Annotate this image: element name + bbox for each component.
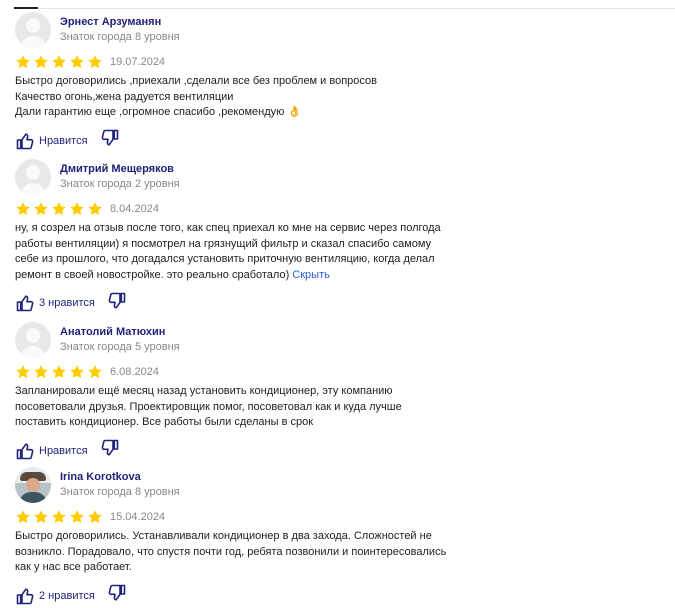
review-text: Быстро договорились. Устанавливали конди… — [15, 529, 485, 576]
star-rating — [15, 364, 105, 380]
review-date: 6.08.2024 — [110, 366, 159, 378]
star-icon — [69, 54, 85, 70]
star-icon — [33, 201, 49, 217]
star-icon — [69, 201, 85, 217]
review-text-line: ремонт в своей новостройке. это реально … — [15, 268, 330, 281]
author-level: Знаток города 8 уровня — [60, 31, 180, 43]
like-count-label: 3 нравится — [39, 297, 95, 309]
star-rating — [15, 509, 105, 525]
star-icon — [87, 201, 103, 217]
review-text: Запланировали ещё месяц назад установить… — [15, 384, 485, 431]
star-icon — [33, 54, 49, 70]
thumbs-up-icon — [15, 131, 35, 151]
review-date: 8.04.2024 — [110, 203, 159, 215]
star-icon — [87, 509, 103, 525]
like-count-label: Нравится — [39, 134, 88, 147]
star-icon — [15, 201, 31, 217]
author-name[interactable]: Анатолий Матюхин — [60, 325, 180, 339]
thumbs-up-icon — [15, 441, 35, 461]
author-name[interactable]: Дмитрий Мещеряков — [60, 162, 180, 176]
star-icon — [51, 509, 67, 525]
review-card: Дмитрий Мещеряков Знаток города 2 уровня 8… — [15, 159, 655, 313]
thumbs-down-icon — [107, 584, 127, 607]
review-card: Анатолий Матюхин Знаток города 5 уровня 6.… — [15, 322, 655, 461]
review-card: Эрнест Арзуманян Знаток города 8 уровня 19… — [15, 12, 655, 151]
star-icon — [15, 509, 31, 525]
review-text-line: возникло. Порадовало, что спустя почти г… — [15, 545, 447, 558]
avatar[interactable] — [15, 159, 51, 195]
star-icon — [87, 364, 103, 380]
review-text-line: работы вентиляции) я посмотрел на грязну… — [15, 237, 432, 250]
top-divider — [14, 7, 675, 9]
review-text-line: как у нас все работает. — [15, 561, 132, 573]
star-icon — [87, 54, 103, 70]
review-card: Irina Korotkova Знаток города 8 уровня 15.… — [15, 467, 655, 606]
star-icon — [15, 54, 31, 70]
avatar[interactable] — [15, 467, 51, 503]
review-header: Дмитрий Мещеряков Знаток города 2 уровня — [15, 159, 655, 195]
review-text-line: ну, я созрел на отзыв после того, как сп… — [15, 222, 441, 234]
review-header: Irina Korotkova Знаток города 8 уровня — [15, 467, 655, 503]
review-rating: 15.04.2024 — [15, 509, 655, 525]
review-rating: 19.07.2024 — [15, 54, 655, 70]
active-tab-indicator — [14, 7, 38, 9]
dislike-button[interactable] — [107, 291, 127, 316]
like-button[interactable]: 3 нравится — [15, 293, 95, 313]
review-text: Быстро договорились ,приехали ,сделали в… — [15, 74, 485, 121]
dislike-button[interactable] — [100, 128, 120, 153]
like-button[interactable]: 2 нравится — [15, 586, 95, 606]
like-button[interactable]: Нравится — [15, 441, 88, 461]
star-icon — [51, 201, 67, 217]
like-button[interactable]: Нравится — [15, 131, 88, 151]
author-name[interactable]: Эрнест Арзуманян — [60, 15, 180, 29]
review-text-line: посоветовали друзья. Проектировщик помог… — [15, 400, 402, 413]
dislike-button[interactable] — [100, 438, 120, 463]
thumbs-up-icon — [15, 586, 35, 606]
author-name[interactable]: Irina Korotkova — [60, 470, 180, 484]
star-icon — [33, 509, 49, 525]
star-icon — [51, 364, 67, 380]
review-rating: 6.08.2024 — [15, 364, 655, 380]
review-actions: Нравится — [15, 128, 655, 153]
review-text-line: Дали гарантию еще ,огромное спасибо ,рек… — [15, 106, 302, 118]
review-header: Эрнест Арзуманян Знаток города 8 уровня — [15, 12, 655, 48]
dislike-button[interactable] — [107, 583, 127, 608]
review-text-line: поставить кондиционер. Все работы были с… — [15, 416, 314, 428]
thumbs-down-icon — [100, 439, 120, 462]
review-actions: 3 нравится — [15, 291, 655, 316]
star-icon — [15, 364, 31, 380]
review-date: 15.04.2024 — [110, 511, 166, 523]
like-count-label: Нравится — [39, 444, 88, 457]
review-text-line: Качество огонь,жена радуется вентиляции — [15, 90, 234, 103]
author-level: Знаток города 8 уровня — [60, 486, 180, 498]
star-rating — [15, 54, 105, 70]
star-icon — [69, 364, 85, 380]
review-rating: 8.04.2024 — [15, 201, 655, 217]
avatar[interactable] — [15, 322, 51, 358]
review-actions: Нравится — [15, 438, 655, 463]
review-header: Анатолий Матюхин Знаток города 5 уровня — [15, 322, 655, 358]
author-level: Знаток города 2 уровня — [60, 178, 180, 190]
author-level: Знаток города 5 уровня — [60, 341, 180, 353]
star-icon — [33, 364, 49, 380]
star-icon — [51, 54, 67, 70]
thumbs-down-icon — [100, 129, 120, 152]
review-text: ну, я созрел на отзыв после того, как сп… — [15, 221, 485, 283]
review-text-line: Быстро договорились. Устанавливали конди… — [15, 530, 432, 542]
review-text-line: Быстро договорились ,приехали ,сделали в… — [15, 75, 377, 87]
like-count-label: 2 нравится — [39, 589, 95, 602]
star-icon — [69, 509, 85, 525]
hide-review-link[interactable]: Скрыть — [292, 269, 330, 281]
avatar[interactable] — [15, 12, 51, 48]
review-text-line: себе из прошлого, что догадался установи… — [15, 253, 435, 265]
review-date: 19.07.2024 — [110, 56, 166, 68]
thumbs-down-icon — [107, 292, 127, 315]
review-actions: 2 нравится — [15, 583, 655, 608]
thumbs-up-icon — [15, 293, 35, 313]
review-text-line: Запланировали ещё месяц назад установить… — [15, 385, 393, 397]
star-rating — [15, 201, 105, 217]
